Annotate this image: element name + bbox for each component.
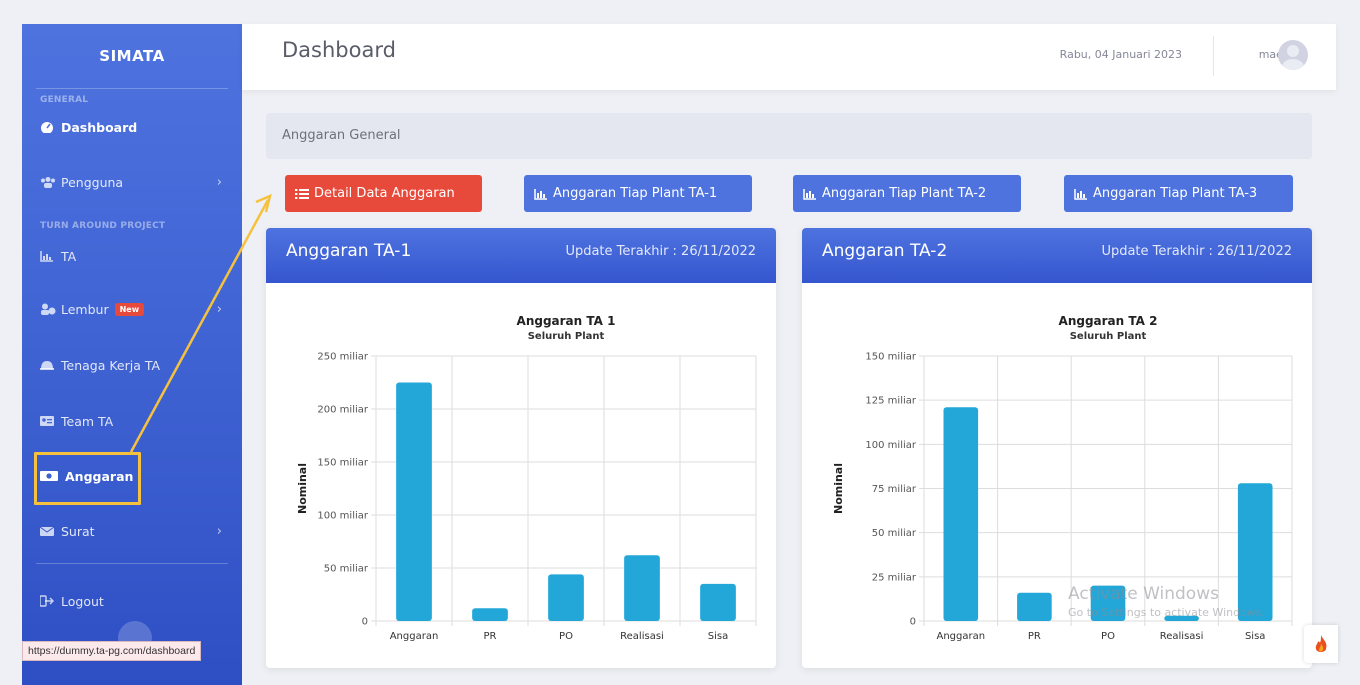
bar-pr — [1017, 592, 1052, 621]
anggaran-plant-ta1-button[interactable]: Anggaran Tiap Plant TA-1 — [524, 175, 752, 212]
button-label: Anggaran Tiap Plant TA-3 — [1093, 186, 1258, 201]
bar-chart-icon — [803, 188, 817, 200]
bar-realisasi — [624, 555, 660, 621]
y-tick-label: 50 miliar — [872, 528, 917, 539]
chart-subtitle: Seluruh Plant — [1070, 331, 1147, 342]
chart-icon — [40, 250, 54, 262]
sidebar-item-label: Lembur — [61, 301, 109, 317]
new-badge: New — [114, 302, 145, 316]
sign-out-icon — [39, 595, 54, 607]
avatar[interactable] — [1278, 40, 1308, 70]
chart-subtitle: Seluruh Plant — [528, 331, 605, 342]
topbar: Dashboard Rabu, 04 Januari 2023 mael — [242, 24, 1336, 90]
y-tick-label: 0 — [910, 617, 916, 628]
anggaran-plant-ta3-button[interactable]: Anggaran Tiap Plant TA-3 — [1064, 175, 1293, 212]
sidebar-item-label: Dashboard — [61, 119, 138, 135]
y-tick-label: 0 — [362, 617, 368, 628]
y-tick-label: 75 miliar — [872, 484, 917, 495]
card-update-date: Update Terakhir : 26/11/2022 — [1101, 244, 1292, 259]
watermark-subtitle: Go to Settings to activate Windows. — [1068, 606, 1266, 619]
card-header: Anggaran TA-1 Update Terakhir : 26/11/20… — [266, 228, 776, 283]
x-tick-label: Anggaran — [390, 631, 439, 642]
sidebar-item-label: Team TA — [61, 413, 114, 429]
bar-pr — [472, 608, 508, 621]
x-tick-label: Sisa — [708, 631, 728, 642]
tachometer-icon — [40, 121, 54, 134]
page-title: Dashboard — [282, 38, 396, 62]
list-icon — [295, 188, 309, 200]
users-icon — [40, 176, 55, 188]
topbar-divider — [1213, 36, 1214, 76]
bar-chart-icon — [534, 188, 548, 200]
chevron-right-icon: › — [216, 523, 222, 539]
card-title: Anggaran TA-2 — [822, 241, 948, 261]
x-tick-label: PR — [1028, 631, 1041, 642]
chart-title: Anggaran TA 1 — [517, 314, 616, 328]
bar-chart-icon — [1074, 188, 1088, 200]
envelope-icon — [39, 525, 55, 537]
card-anggaran-ta1: Anggaran TA-1 Update Terakhir : 26/11/20… — [266, 228, 776, 668]
x-tick-label: Anggaran — [937, 631, 986, 642]
user-clock-icon — [40, 303, 56, 315]
helmet-icon — [40, 359, 54, 371]
sidebar-item-ta[interactable]: TA — [22, 231, 242, 281]
y-axis-label: Nominal — [832, 463, 845, 514]
y-tick-label: 125 miliar — [865, 396, 916, 407]
sidebar-item-label: Logout — [61, 593, 104, 609]
sidebar: SIMATA GENERAL Dashboard Pengguna › TURN… — [22, 24, 242, 685]
x-tick-label: Realisasi — [1160, 631, 1204, 642]
sidebar-item-pengguna[interactable]: Pengguna › — [22, 149, 242, 215]
status-url: https://dummy.ta-pg.com/dashboard — [22, 641, 202, 661]
y-tick-label: 250 miliar — [317, 352, 368, 363]
bar-anggaran — [396, 382, 432, 621]
x-tick-label: Sisa — [1245, 631, 1265, 642]
y-axis-label: Nominal — [296, 463, 309, 514]
breadcrumb: Anggaran General — [266, 113, 1312, 159]
sidebar-item-surat[interactable]: Surat › — [22, 503, 242, 559]
y-tick-label: 100 miliar — [865, 440, 916, 451]
bar-anggaran — [943, 407, 979, 621]
watermark-title: Activate Windows — [1068, 584, 1219, 604]
section-turn-around-heading: TURN AROUND PROJECT — [40, 221, 166, 231]
sidebar-item-tenaga-kerja-ta[interactable]: Tenaga Kerja TA — [22, 337, 242, 393]
card-header: Anggaran TA-2 Update Terakhir : 26/11/20… — [802, 228, 1312, 283]
sidebar-item-label: TA — [61, 248, 77, 264]
anggaran-highlight-box — [34, 452, 141, 505]
button-label: Anggaran Tiap Plant TA-1 — [553, 186, 718, 201]
sidebar-item-team-ta[interactable]: Team TA — [22, 393, 242, 449]
fire-icon[interactable] — [1304, 625, 1338, 663]
y-tick-label: 50 miliar — [324, 564, 369, 575]
chart-title: Anggaran TA 2 — [1059, 314, 1158, 328]
y-tick-label: 100 miliar — [317, 511, 368, 522]
card-update-date: Update Terakhir : 26/11/2022 — [565, 244, 756, 259]
sidebar-item-lembur[interactable]: Lembur New › — [22, 281, 242, 337]
button-label: Anggaran Tiap Plant TA-2 — [822, 186, 987, 201]
section-general-heading: GENERAL — [40, 95, 89, 105]
brand-logo[interactable]: SIMATA — [22, 24, 242, 88]
x-tick-label: PO — [559, 631, 573, 642]
x-tick-label: PR — [484, 631, 497, 642]
sidebar-item-label: Surat — [61, 523, 95, 539]
anggaran-plant-ta2-button[interactable]: Anggaran Tiap Plant TA-2 — [793, 175, 1021, 212]
id-card-icon — [40, 415, 54, 427]
button-label: Detail Data Anggaran — [314, 186, 455, 201]
sidebar-item-dashboard[interactable]: Dashboard — [22, 105, 242, 149]
sidebar-item-label: Pengguna — [61, 174, 124, 190]
y-tick-label: 150 miliar — [865, 352, 916, 363]
chevron-right-icon: › — [216, 174, 222, 190]
chevron-right-icon: › — [216, 301, 222, 317]
x-tick-label: Realisasi — [620, 631, 664, 642]
bar-po — [548, 574, 584, 621]
y-tick-label: 25 miliar — [872, 572, 917, 583]
y-tick-label: 200 miliar — [317, 405, 368, 416]
card-title: Anggaran TA-1 — [286, 241, 412, 261]
date-text: Rabu, 04 Januari 2023 — [1059, 48, 1182, 61]
activate-windows-watermark: Activate Windows Go to Settings to activ… — [1068, 584, 1265, 619]
chart-anggaran-ta1: Anggaran TA 1 Seluruh Plant 0 50 miliar 100 … — [296, 314, 757, 642]
sidebar-item-label: Tenaga Kerja TA — [61, 357, 161, 373]
x-tick-label: PO — [1101, 631, 1115, 642]
y-tick-label: 150 miliar — [317, 458, 368, 469]
detail-data-anggaran-button[interactable]: Detail Data Anggaran — [285, 175, 482, 212]
bar-sisa — [700, 583, 736, 621]
